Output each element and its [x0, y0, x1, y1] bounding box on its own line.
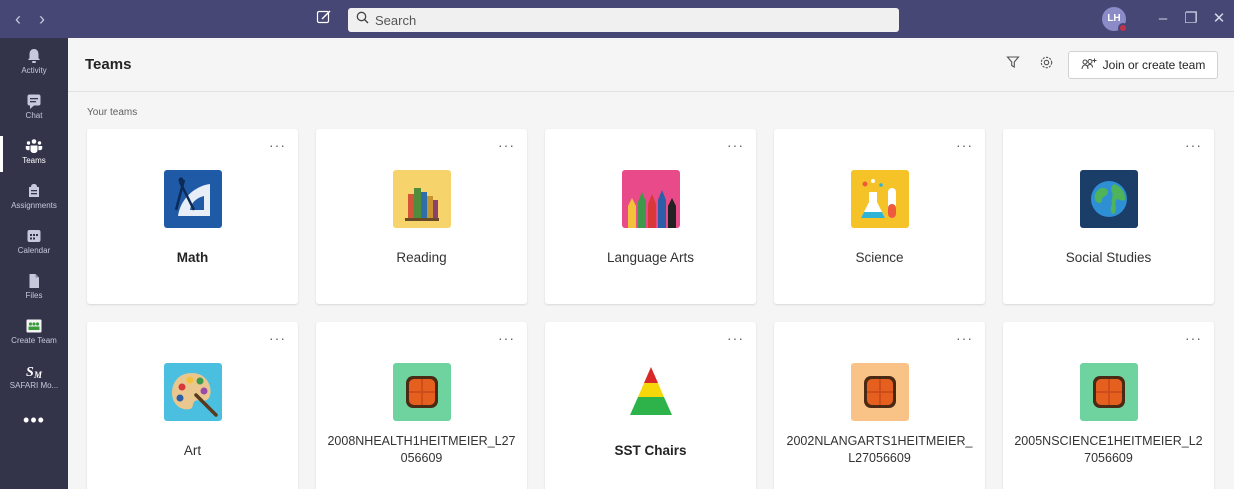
gear-icon[interactable] — [1039, 55, 1057, 73]
compose-icon[interactable] — [316, 9, 336, 29]
more-options-button[interactable]: ··· — [498, 330, 515, 346]
rail-item-label: Create Team — [11, 336, 57, 345]
teams-header: Teams Join or create team — [68, 38, 1234, 92]
team-card-2005nscience1heitmeier[interactable]: ··· 2005NSCIENCE1HEITMEIER_L27056609 — [1003, 322, 1214, 489]
team-card-language-arts[interactable]: ··· Language Arts — [545, 129, 756, 304]
more-options-button[interactable]: ··· — [727, 330, 744, 346]
search-input[interactable] — [375, 12, 875, 28]
team-card-reading[interactable]: ··· Reading — [316, 129, 527, 304]
app-rail: Activity Chat Teams Assignments Calendar… — [0, 38, 68, 489]
safari-icon: SM — [26, 365, 43, 380]
more-apps-button[interactable]: ••• — [0, 410, 68, 431]
team-card-sst-chairs[interactable]: ··· SST Chairs — [545, 322, 756, 489]
rail-item-label: Activity — [21, 66, 47, 75]
team-card-art[interactable]: ··· Art — [87, 322, 298, 489]
team-card-2002nlangarts1heitmeier[interactable]: ··· 2002NLANGARTS1HEITMEIER_L27056609 — [774, 322, 985, 489]
protractor-icon — [164, 170, 222, 228]
maximize-button[interactable]: ❐ — [1180, 8, 1202, 30]
rail-item-files[interactable]: Files — [0, 267, 68, 311]
team-name: Math — [176, 250, 209, 265]
globe-icon — [1080, 170, 1138, 228]
section-label: Your teams — [87, 107, 138, 118]
team-name: 2008NHEALTH1HEITMEIER_L27056609 — [327, 434, 516, 465]
more-options-button[interactable]: ··· — [269, 137, 286, 153]
teams-icon — [25, 139, 43, 153]
lab-flask-icon — [851, 170, 909, 228]
rail-item-label: Teams — [22, 156, 46, 165]
rail-item-label: Chat — [25, 111, 43, 120]
more-options-button[interactable]: ··· — [956, 330, 973, 346]
avatar-initials: LH — [1107, 13, 1121, 24]
svg-text:M: M — [33, 370, 43, 380]
rail-item-calendar[interactable]: Calendar — [0, 222, 68, 266]
join-or-create-team-label: Join or create team — [1102, 58, 1206, 72]
files-icon — [29, 274, 39, 288]
team-name: Language Arts — [606, 250, 695, 265]
rail-item-assignments[interactable]: Assignments — [0, 177, 68, 221]
team-name: Science — [855, 250, 904, 265]
calendar-icon — [27, 230, 41, 242]
svg-text:S: S — [26, 365, 34, 380]
team-name: Art — [183, 443, 202, 458]
page-title: Teams — [85, 56, 132, 73]
minimize-button[interactable]: – — [1152, 8, 1174, 30]
filter-icon[interactable] — [1006, 55, 1024, 73]
colored-pencils-icon — [622, 170, 680, 228]
team-card-2008nhealth1heitmeier[interactable]: ··· 2008NHEALTH1HEITMEIER_L27056609 — [316, 322, 527, 489]
books-icon — [393, 170, 451, 228]
more-options-button[interactable]: ··· — [727, 137, 744, 153]
more-options-button[interactable]: ··· — [1185, 137, 1202, 153]
team-tile-icon — [851, 363, 909, 421]
team-tile-icon — [1080, 363, 1138, 421]
rail-item-label: Calendar — [17, 246, 51, 255]
team-card-science[interactable]: ··· Science — [774, 129, 985, 304]
back-button[interactable]: ‹ — [8, 9, 28, 29]
rail-item-label: Assignments — [11, 201, 57, 210]
team-name: 2005NSCIENCE1HEITMEIER_L27056609 — [1014, 434, 1203, 465]
team-tile-icon — [393, 363, 451, 421]
search-box[interactable] — [348, 8, 899, 32]
team-name: Reading — [396, 250, 447, 265]
bell-icon — [28, 49, 40, 63]
team-name: SST Chairs — [614, 443, 687, 458]
more-options-button[interactable]: ··· — [956, 137, 973, 153]
rail-item-label: SAFARI Mo... — [9, 381, 59, 390]
rail-item-label: Files — [25, 291, 43, 300]
status-badge — [1118, 23, 1128, 33]
title-bar: ‹ › LH – ❐ ✕ — [0, 0, 1234, 38]
team-card-math[interactable]: ··· Math — [87, 129, 298, 304]
forward-button[interactable]: › — [32, 9, 52, 29]
chat-icon — [27, 94, 41, 109]
team-name: 2002NLANGARTS1HEITMEIER_L27056609 — [786, 434, 973, 465]
rail-item-chat[interactable]: Chat — [0, 87, 68, 131]
rail-item-activity[interactable]: Activity — [0, 42, 68, 86]
join-or-create-team-button[interactable]: Join or create team — [1068, 51, 1218, 79]
more-options-button[interactable]: ··· — [498, 137, 515, 153]
assignments-icon — [29, 184, 39, 197]
add-team-icon — [1081, 58, 1097, 70]
paint-palette-icon — [164, 363, 222, 421]
rail-item-teams[interactable]: Teams — [0, 132, 68, 176]
rail-item-safari[interactable]: SM SAFARI Mo... — [0, 357, 68, 401]
search-icon — [356, 11, 369, 29]
pyramid-icon — [622, 363, 680, 421]
create-team-icon — [26, 319, 42, 333]
more-options-button[interactable]: ··· — [269, 330, 286, 346]
team-name: Social Studies — [1065, 250, 1152, 265]
avatar[interactable]: LH — [1102, 7, 1128, 33]
team-card-social-studies[interactable]: ··· Social Studies — [1003, 129, 1214, 304]
rail-item-create-team[interactable]: Create Team — [0, 312, 68, 356]
close-button[interactable]: ✕ — [1208, 8, 1230, 30]
more-options-button[interactable]: ··· — [1185, 330, 1202, 346]
